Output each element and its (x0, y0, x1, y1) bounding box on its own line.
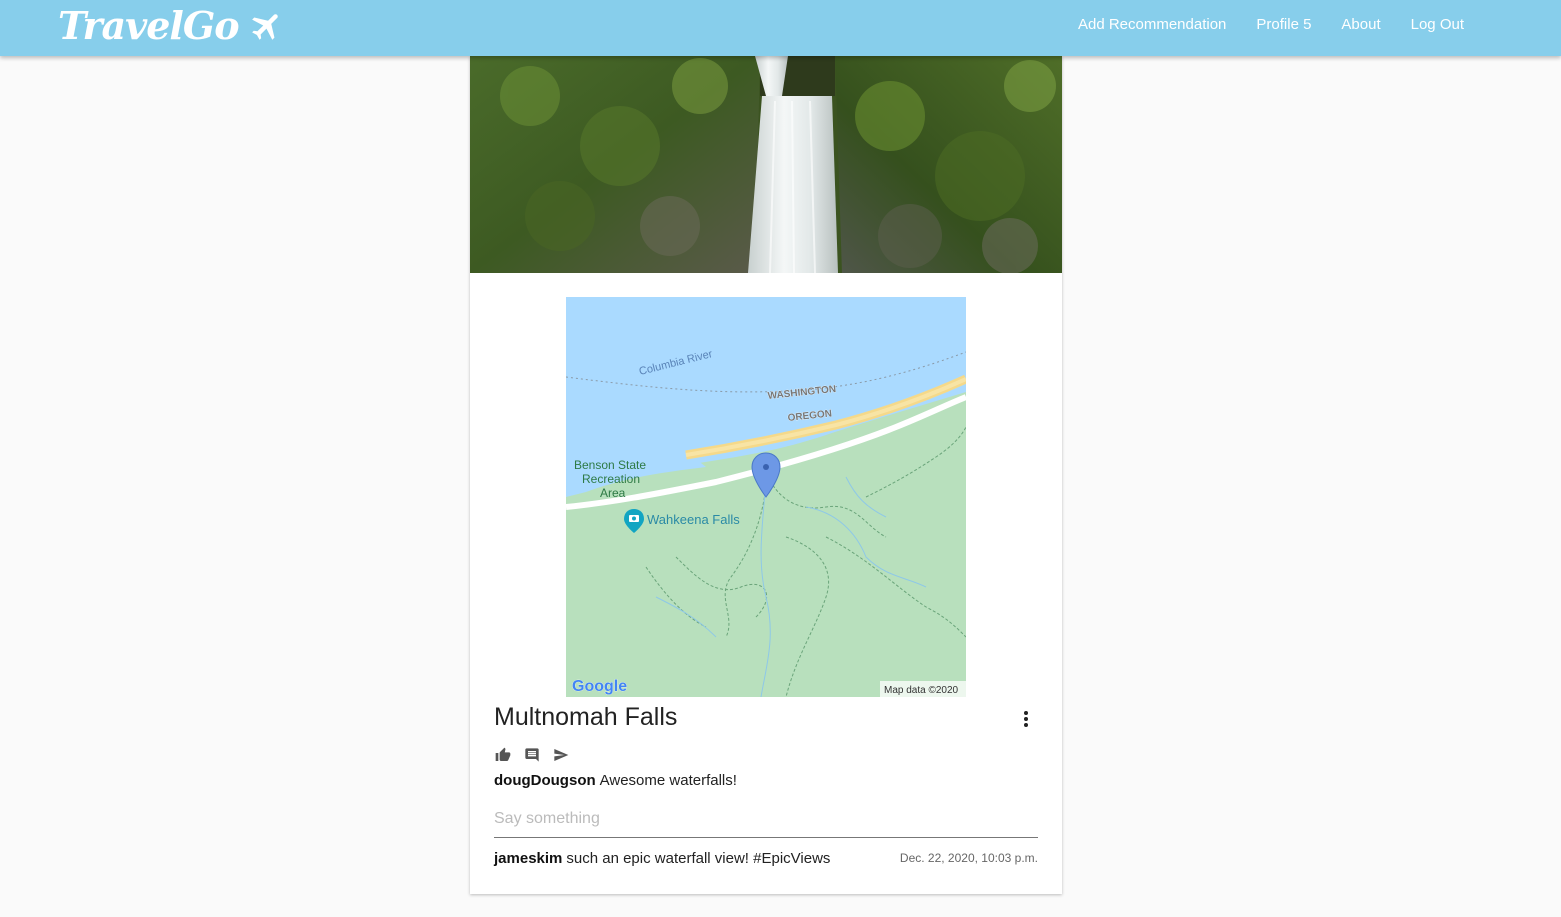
nav-add-recommendation[interactable]: Add Recommendation (1078, 16, 1226, 33)
more-vertical-icon (1024, 711, 1028, 727)
share-button[interactable] (552, 746, 569, 763)
send-icon (553, 748, 568, 761)
comment-text: such an epic waterfall view! #EpicViews (566, 850, 831, 867)
comment-item: jameskim such an epic waterfall view! #Ep… (494, 850, 830, 867)
map-label-park-line2: Recreation (582, 472, 640, 486)
comment-username[interactable]: jameskim (494, 850, 562, 867)
comment-input[interactable] (494, 801, 1038, 838)
post-caption: dougDougson Awesome waterfalls! (494, 772, 737, 789)
navbar: TravelGo Add Recommendation Profile 5 Ab… (0, 0, 1561, 56)
comment-icon (524, 747, 539, 762)
location-map[interactable]: Columbia River WASHINGTON OREGON Benson … (566, 297, 966, 697)
brand-name: TravelGo (58, 3, 240, 48)
nav-logout[interactable]: Log Out (1411, 16, 1464, 33)
brand-logo[interactable]: TravelGo (58, 2, 285, 50)
nav-about[interactable]: About (1341, 16, 1380, 33)
google-logo: Google (572, 678, 627, 695)
nav-links: Add Recommendation Profile 5 About Log O… (1078, 0, 1464, 48)
comment-button[interactable] (523, 746, 540, 763)
like-button[interactable] (494, 746, 511, 763)
post-actions (494, 746, 569, 763)
nav-profile[interactable]: Profile 5 (1256, 16, 1311, 33)
post-title: Multnomah Falls (494, 703, 678, 731)
caption-username[interactable]: dougDougson (494, 772, 596, 789)
comment-timestamp: Dec. 22, 2020, 10:03 p.m. (899, 851, 1038, 865)
map-label-poi: Wahkeena Falls (647, 512, 740, 527)
more-options-button[interactable] (1016, 708, 1036, 730)
post-photo (470, 56, 1062, 273)
map-attribution: Map data ©2020 (884, 685, 959, 696)
caption-text: Awesome waterfalls! (599, 772, 737, 789)
map-label-park-line3: Area (600, 486, 626, 500)
thumbs-up-icon (495, 747, 510, 761)
map-label-park-line1: Benson State (574, 458, 646, 472)
post-card: Columbia River WASHINGTON OREGON Benson … (470, 56, 1062, 894)
airplane-icon (251, 14, 278, 40)
